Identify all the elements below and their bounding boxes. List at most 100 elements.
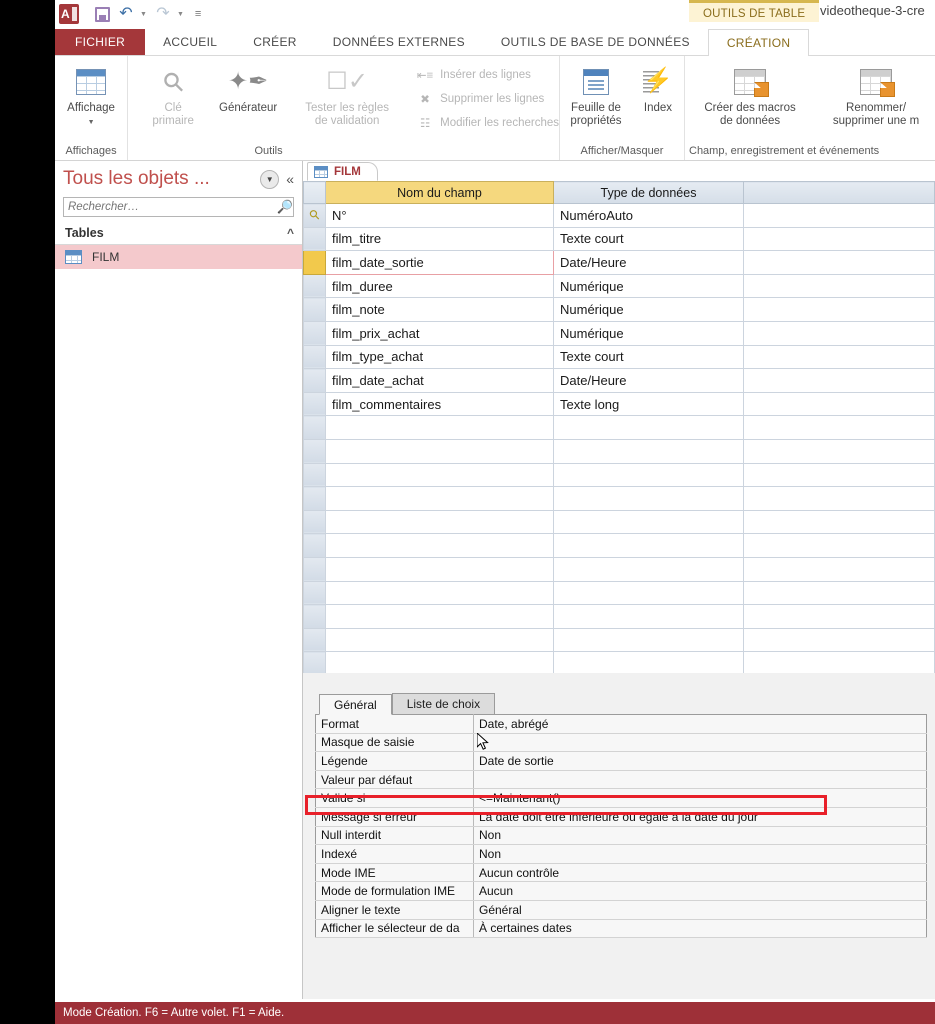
field-type-cell[interactable]: Date/Heure <box>553 368 744 393</box>
property-value[interactable]: À certaines dates <box>473 919 927 939</box>
field-name-cell[interactable]: film_note <box>325 297 554 322</box>
row-selector[interactable] <box>303 226 326 252</box>
property-value[interactable]: Aucun contrôle <box>473 863 927 883</box>
field-type-cell[interactable]: Numérique <box>553 320 744 346</box>
row-selector[interactable] <box>303 486 326 511</box>
row-selector[interactable] <box>303 368 326 393</box>
table-row[interactable]: film_duree Numérique <box>303 273 935 299</box>
property-row[interactable]: Masque de saisie <box>315 733 927 753</box>
table-row-empty[interactable] <box>303 533 935 558</box>
chevron-down-icon[interactable]: ▼ <box>88 116 95 129</box>
tab-liste-de-choix[interactable]: Liste de choix <box>391 693 496 714</box>
field-name-cell[interactable]: film_type_achat <box>325 344 554 370</box>
property-row[interactable]: Afficher le sélecteur de da À certaines … <box>315 919 927 939</box>
property-row[interactable]: Valeur par défaut <box>315 770 927 790</box>
row-selector[interactable] <box>303 344 326 370</box>
field-name-cell[interactable] <box>325 580 554 606</box>
field-type-cell[interactable]: Numérique <box>553 273 744 299</box>
column-header-description[interactable] <box>743 181 935 204</box>
field-type-cell[interactable] <box>553 627 744 653</box>
property-value[interactable]: Non <box>473 826 927 846</box>
supprimer-les-lignes-button[interactable]: ✖ Supprimer les lignes <box>412 87 559 111</box>
table-row-empty[interactable] <box>303 580 935 606</box>
index-button[interactable]: ⚡ Index <box>632 62 684 115</box>
field-description-cell[interactable] <box>743 438 935 464</box>
row-selector[interactable] <box>303 297 326 322</box>
row-selector[interactable] <box>303 533 326 558</box>
table-row-empty[interactable] <box>303 604 935 629</box>
field-type-cell[interactable] <box>553 651 744 673</box>
chevron-down-icon[interactable]: ▼ <box>260 169 280 189</box>
property-value[interactable]: La date doit être inférieure ou égale à … <box>473 807 927 827</box>
field-type-cell[interactable] <box>553 486 744 511</box>
field-name-cell[interactable]: film_commentaires <box>325 391 554 417</box>
field-description-cell[interactable] <box>743 297 935 322</box>
table-row-empty[interactable] <box>303 415 935 440</box>
column-header-nom-du-champ[interactable]: Nom du champ <box>325 181 554 204</box>
creer-des-macros-de-donnees-button[interactable]: Créer des macros de données ▼ <box>697 62 803 128</box>
field-name-cell[interactable] <box>325 604 554 629</box>
row-selector[interactable] <box>303 627 326 653</box>
field-name-cell[interactable] <box>325 533 554 558</box>
property-value[interactable]: Aucun <box>473 881 927 901</box>
tab-creer[interactable]: CRÉER <box>235 29 315 55</box>
tab-film[interactable]: FILM <box>307 162 378 181</box>
row-selector[interactable] <box>303 604 326 629</box>
field-type-cell[interactable] <box>553 533 744 558</box>
row-selector[interactable] <box>303 250 326 275</box>
table-row[interactable]: film_prix_achat Numérique <box>303 320 935 346</box>
field-description-cell[interactable] <box>743 627 935 653</box>
field-name-cell[interactable]: film_duree <box>325 273 554 299</box>
property-value[interactable]: Date, abrégé <box>473 714 927 734</box>
field-description-cell[interactable] <box>743 462 935 488</box>
customize-qat-icon[interactable]: ≡ <box>195 8 201 20</box>
undo-dropdown-caret-icon[interactable]: ▼ <box>140 11 147 18</box>
property-row[interactable]: Aligner le texte Général <box>315 900 927 920</box>
field-description-cell[interactable] <box>743 556 935 582</box>
renommer-supprimer-macro-button[interactable]: Renommer/ supprimer une m <box>817 62 935 128</box>
property-value[interactable] <box>473 733 927 753</box>
field-description-cell[interactable] <box>743 250 935 275</box>
field-description-cell[interactable] <box>743 509 935 535</box>
property-row[interactable]: Format Date, abrégé <box>315 714 927 734</box>
property-value[interactable]: Non <box>473 844 927 864</box>
table-design-grid[interactable]: Nom du champ Type de données ⚲ N° Numéro… <box>303 181 935 673</box>
table-row-empty[interactable] <box>303 438 935 464</box>
tab-creation[interactable]: CRÉATION <box>707 29 810 56</box>
redo-button[interactable]: ↷ <box>152 3 174 25</box>
table-row[interactable]: film_commentaires Texte long <box>303 391 935 417</box>
field-description-cell[interactable] <box>743 651 935 673</box>
table-row-empty[interactable] <box>303 627 935 653</box>
field-name-cell[interactable] <box>325 486 554 511</box>
field-name-cell[interactable] <box>325 415 554 440</box>
table-row-empty[interactable] <box>303 556 935 582</box>
field-description-cell[interactable] <box>743 604 935 629</box>
property-row-highlighted[interactable]: Message si erreur La date doit être infé… <box>315 807 927 827</box>
table-row[interactable]: ⚲ N° NuméroAuto <box>303 203 935 228</box>
field-type-cell[interactable]: Texte long <box>553 391 744 417</box>
field-description-cell[interactable] <box>743 580 935 606</box>
nav-group-tables[interactable]: Tables ^ <box>55 222 302 245</box>
search-input[interactable] <box>64 201 273 213</box>
sidebar-item-film[interactable]: FILM <box>55 245 302 269</box>
field-description-cell[interactable] <box>743 344 935 370</box>
field-description-cell[interactable] <box>743 391 935 417</box>
undo-button[interactable]: ↶ <box>115 3 137 25</box>
property-row[interactable]: Mode de formulation IME Aucun <box>315 881 927 901</box>
field-type-cell[interactable] <box>553 415 744 440</box>
row-selector[interactable] <box>303 415 326 440</box>
field-name-cell[interactable] <box>325 462 554 488</box>
field-type-cell[interactable]: NuméroAuto <box>553 203 744 228</box>
field-description-cell[interactable] <box>743 415 935 440</box>
row-selector[interactable] <box>303 651 326 673</box>
tab-accueil[interactable]: ACCUEIL <box>145 29 235 55</box>
row-selector[interactable] <box>303 556 326 582</box>
field-type-cell[interactable]: Numérique <box>553 297 744 322</box>
table-row-empty[interactable] <box>303 486 935 511</box>
property-row[interactable]: Mode IME Aucun contrôle <box>315 863 927 883</box>
search-icon[interactable]: 🔍 <box>273 199 293 215</box>
table-row-empty[interactable] <box>303 651 935 673</box>
field-type-cell[interactable] <box>553 604 744 629</box>
row-selector[interactable] <box>303 580 326 606</box>
tester-regles-validation-button[interactable]: ☐✓ Tester les règles de validation <box>292 62 402 128</box>
